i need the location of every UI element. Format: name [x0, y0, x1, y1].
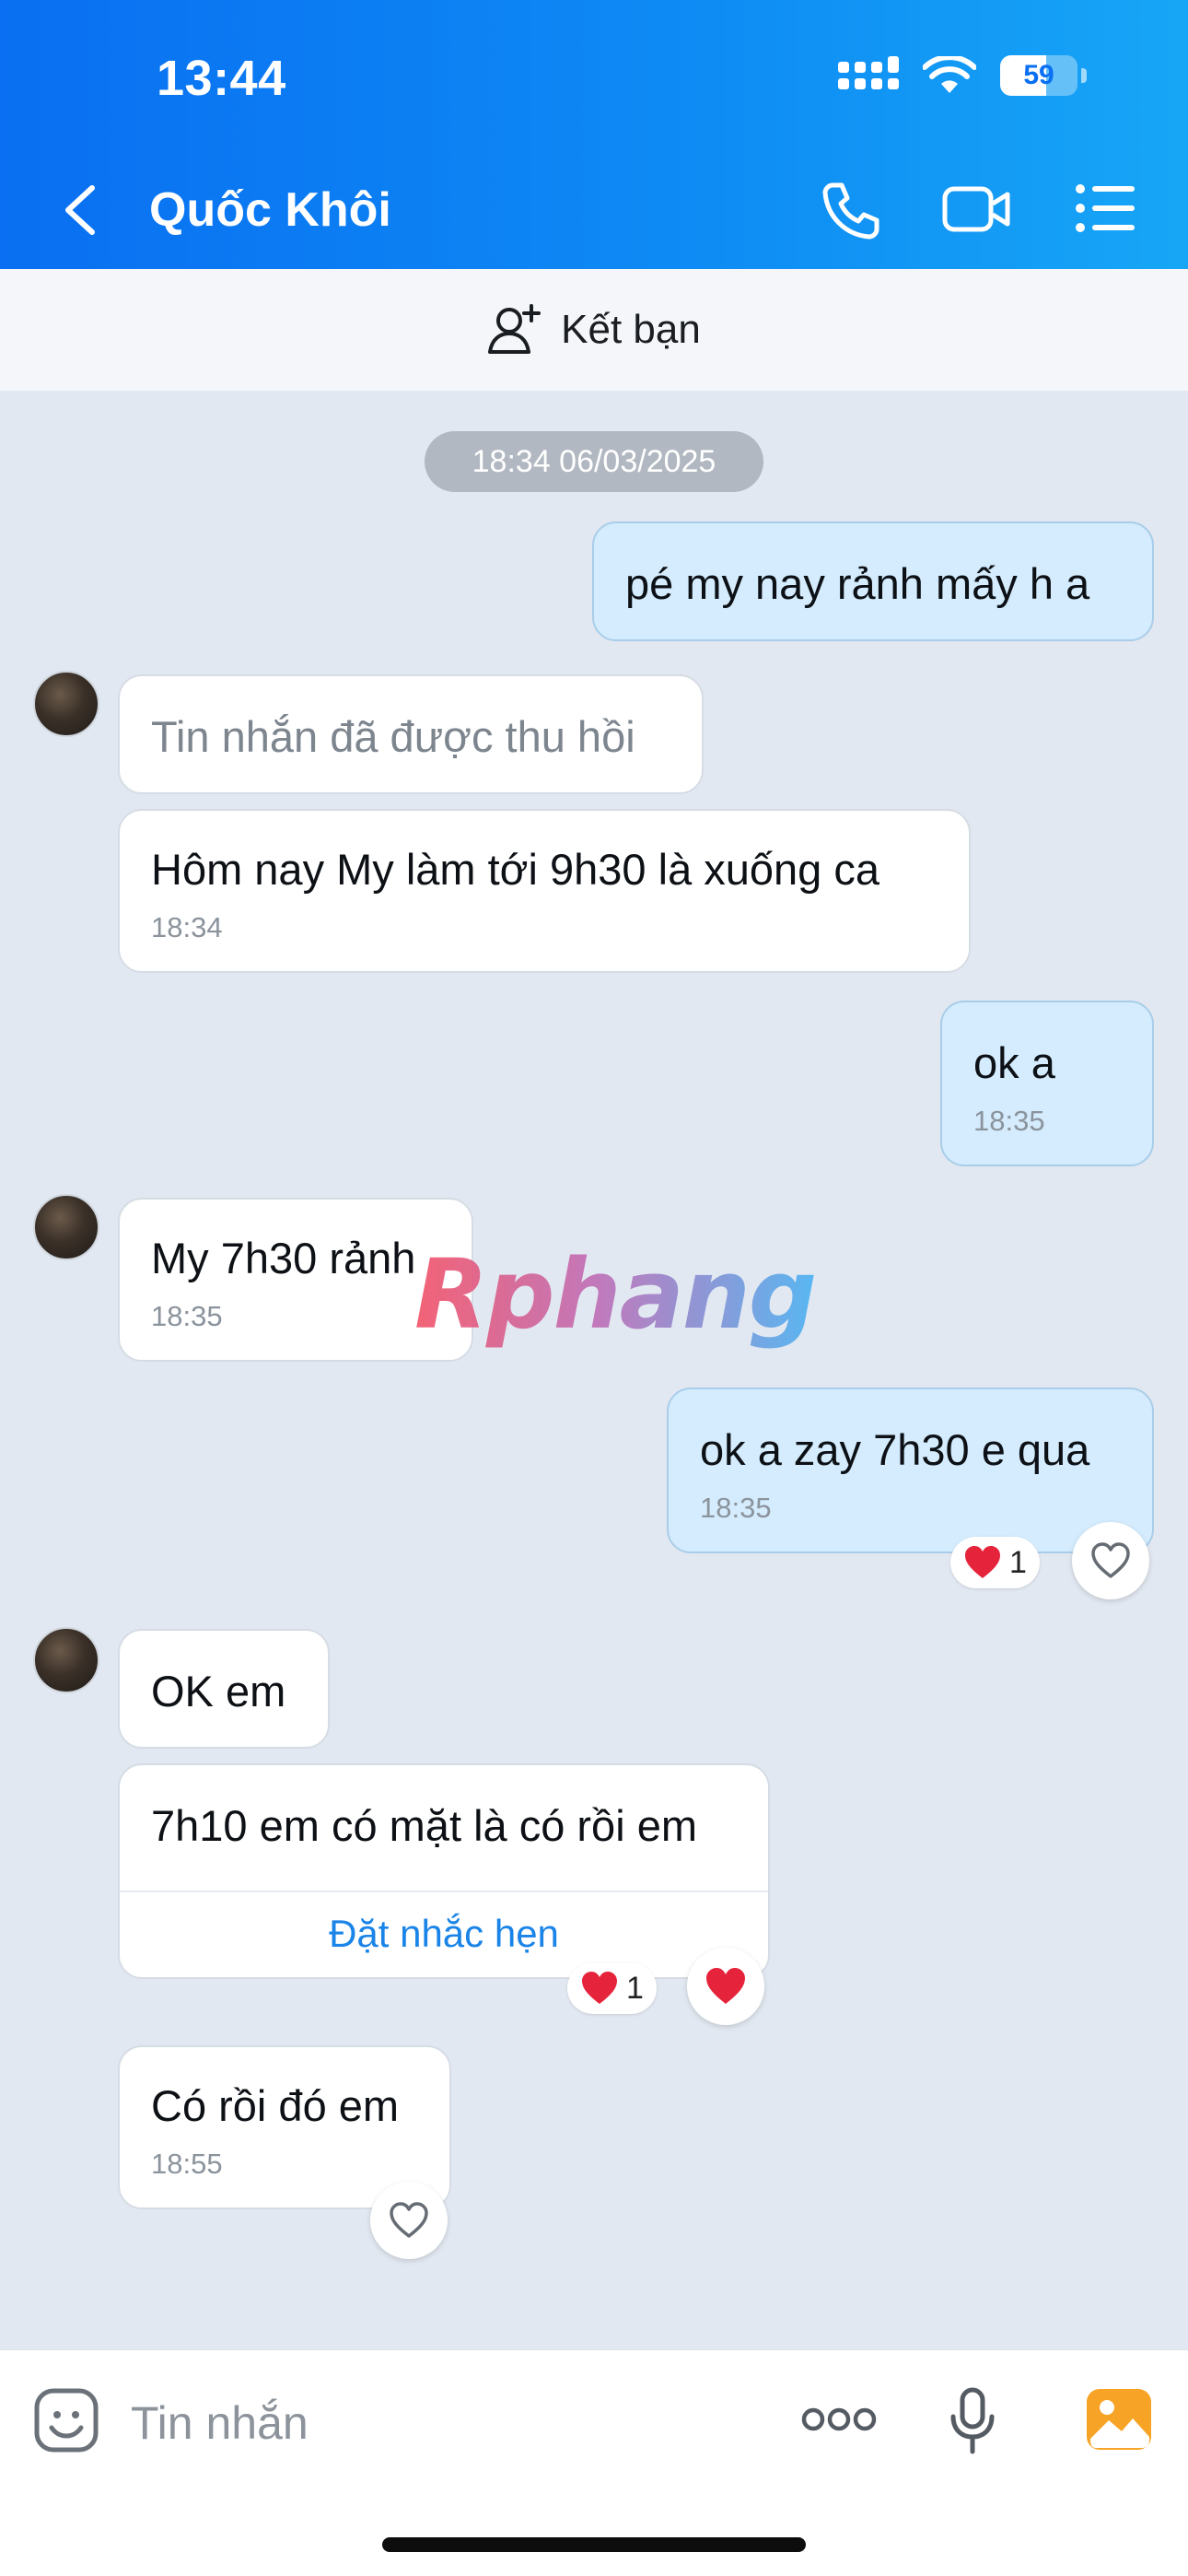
contact-avatar[interactable] [33, 671, 99, 737]
reaction-summary[interactable]: 1 [567, 1962, 657, 2014]
heart-icon [706, 1968, 745, 2004]
react-button[interactable] [687, 1948, 764, 2025]
signal-icon [838, 56, 899, 89]
react-button[interactable] [1072, 1522, 1149, 1599]
message-time: 18:35 [700, 1492, 772, 1524]
wifi-icon [923, 56, 976, 93]
reaction-count: 1 [626, 1970, 644, 2006]
message-text: 7h10 em có mặt là có rồi em [151, 1801, 697, 1850]
image-gallery-icon[interactable] [1085, 2387, 1153, 2452]
status-time: 13:44 [157, 51, 286, 106]
message-bubble-outgoing[interactable]: pé my nay rảnh mấy h a [592, 521, 1154, 641]
message-text: Tin nhắn đã được thu hồi [151, 712, 635, 761]
message-text: My 7h30 rảnh [151, 1234, 416, 1282]
sticker-emoji-icon[interactable] [33, 2387, 99, 2453]
battery-icon: 59 [1000, 55, 1077, 96]
reaction-summary[interactable]: 1 [950, 1537, 1040, 1588]
contact-name[interactable]: Quốc Khôi [149, 182, 391, 238]
message-bubble-incoming[interactable]: OK em [118, 1629, 330, 1749]
message-time: 18:35 [151, 1300, 223, 1332]
heart-icon [582, 1972, 617, 2004]
add-user-icon [488, 304, 542, 354]
phone-call-icon[interactable] [820, 180, 882, 242]
video-call-icon[interactable] [941, 180, 1013, 239]
react-button[interactable] [370, 2182, 448, 2259]
message-bubble-outgoing[interactable]: ok a 18:35 [940, 1001, 1154, 1166]
reaction-count: 1 [1009, 1544, 1027, 1580]
message-time: 18:55 [151, 2148, 223, 2180]
heart-outline-icon [1091, 1542, 1130, 1578]
add-friend-label: Kết bạn [561, 307, 701, 352]
more-options-icon[interactable] [801, 2404, 877, 2435]
message-time: 18:34 [151, 911, 223, 943]
watermark-logo: Rphang [414, 1238, 817, 1351]
message-text: pé my nay rảnh mấy h a [625, 559, 1090, 608]
add-friend-button[interactable]: Kết bạn [0, 269, 1188, 391]
set-reminder-link[interactable]: Đặt nhắc hẹn [120, 1914, 768, 1953]
menu-list-icon[interactable] [1076, 180, 1136, 237]
message-time: 18:35 [973, 1105, 1045, 1137]
message-bubble-recalled[interactable]: Tin nhắn đã được thu hồi [118, 674, 704, 794]
message-text: OK em [151, 1667, 286, 1715]
message-text: ok a zay 7h30 e qua [700, 1425, 1090, 1474]
message-bubble-incoming[interactable]: 7h10 em có mặt là có rồi em Đặt nhắc hẹn [118, 1763, 770, 1979]
message-text: Hôm nay My làm tới 9h30 là xuống ca [151, 845, 880, 894]
battery-nub [1081, 68, 1087, 83]
contact-avatar[interactable] [33, 1627, 99, 1693]
back-chevron-icon[interactable] [57, 181, 103, 240]
date-separator: 18:34 06/03/2025 [425, 431, 763, 492]
battery-level: 59 [1023, 60, 1054, 90]
bubble-divider [120, 1891, 768, 1892]
message-bubble-incoming[interactable]: Hôm nay My làm tới 9h30 là xuống ca 18:3… [118, 809, 971, 973]
message-input[interactable]: Tin nhắn [131, 2396, 309, 2450]
contact-avatar[interactable] [33, 1194, 99, 1260]
message-bubble-outgoing[interactable]: ok a zay 7h30 e qua 18:35 [667, 1388, 1154, 1553]
heart-outline-icon [390, 2202, 428, 2238]
status-icons: 59 [838, 55, 1087, 96]
chat-header: 13:44 59 Quốc Khôi [0, 0, 1188, 269]
microphone-icon[interactable] [949, 2387, 996, 2455]
home-indicator [382, 2537, 806, 2552]
heart-icon [965, 1546, 1000, 1578]
message-text: Có rồi đó em [151, 2081, 400, 2130]
message-text: ok a [973, 1038, 1055, 1087]
